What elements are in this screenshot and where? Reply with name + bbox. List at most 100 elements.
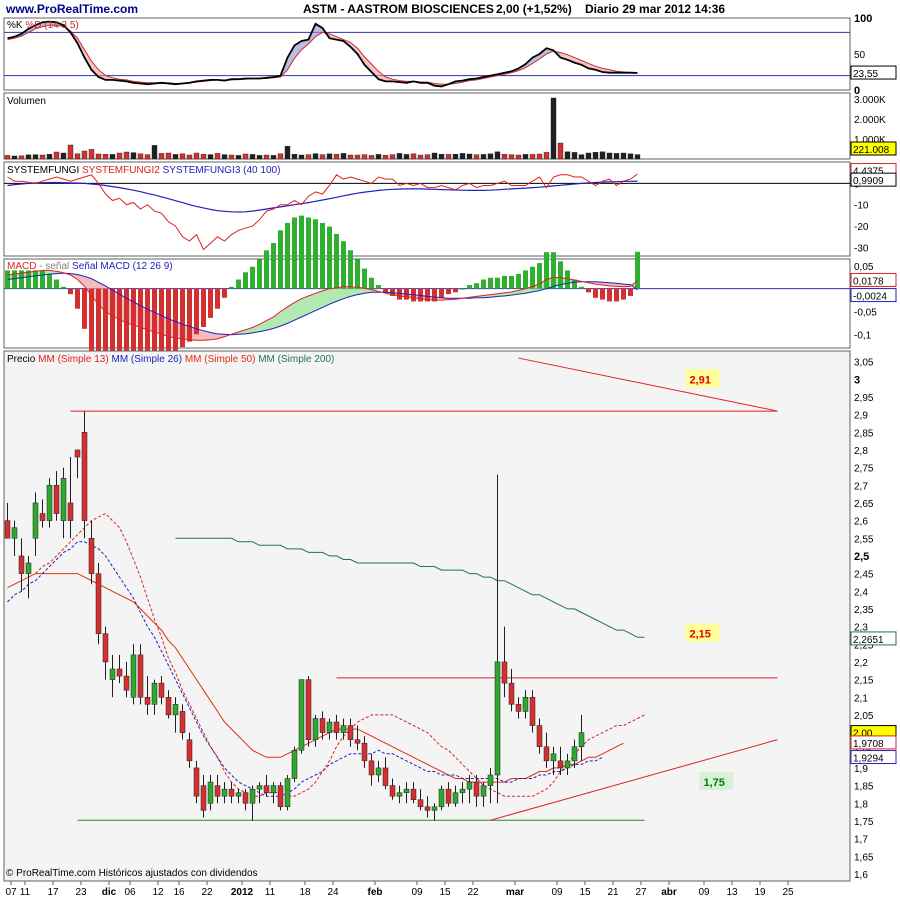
x-tick-label: 19	[754, 887, 766, 898]
macd-histogram-bar	[635, 251, 640, 289]
volume-bar	[214, 153, 221, 160]
candle-body	[459, 788, 466, 793]
candle-body	[550, 753, 557, 762]
volume-bar	[564, 151, 571, 160]
volume-bar	[466, 153, 473, 160]
macd-histogram-bar	[446, 288, 451, 295]
volume-label: Volumen	[7, 96, 46, 107]
price-tick: 2,6	[854, 517, 868, 528]
price-label: Precio MM (Simple 13) MM (Simple 26) MM …	[7, 354, 334, 365]
volume-frame	[3, 92, 851, 160]
macd-histogram-bar	[306, 217, 311, 289]
volume-bar	[137, 153, 144, 160]
volume-bar	[515, 154, 522, 160]
volume-bar	[578, 154, 585, 160]
macd-histogram-bar	[222, 288, 227, 298]
macd-histogram-bar	[355, 259, 360, 289]
candle-body	[186, 739, 193, 762]
volume-bar	[228, 154, 235, 160]
candle-body	[11, 527, 18, 539]
price-tick: 2,15	[854, 676, 874, 687]
x-tick-label: 09	[411, 887, 423, 898]
price-tick: 3	[854, 374, 860, 386]
macd-histogram-bar	[481, 279, 486, 289]
candle-body	[74, 449, 81, 458]
macd-histogram-bar	[460, 288, 465, 290]
volume-bar	[613, 153, 620, 160]
volume-bar	[39, 154, 46, 160]
candle-body	[249, 788, 256, 804]
volume-bar	[109, 154, 116, 160]
macd-histogram-bar	[313, 219, 318, 289]
systemfungi-label: SYSTEMFUNGI SYSTEMFUNGI2 SYSTEMFUNGI3 (4…	[7, 165, 280, 176]
candle-body	[116, 668, 123, 677]
macd-histogram-bar	[453, 288, 458, 293]
x-tick-label: 13	[726, 887, 738, 898]
macd-histogram-bar	[593, 288, 598, 298]
volume-bar	[536, 153, 543, 160]
candle-body	[375, 767, 382, 776]
macd-tick: -0,05	[854, 307, 877, 318]
candle-body	[214, 785, 221, 797]
volume-bar	[179, 153, 186, 160]
volume-bar	[424, 154, 431, 160]
candle-body	[95, 573, 102, 634]
site-url[interactable]: www.ProRealTime.com	[5, 2, 138, 16]
volume-bar	[291, 153, 298, 160]
candle-body	[536, 725, 543, 747]
volume-bar	[585, 152, 592, 160]
macd-histogram-bar	[194, 288, 199, 335]
volume-bar	[46, 153, 53, 160]
candle-body	[123, 675, 130, 691]
volume-bar	[221, 154, 228, 160]
candle-body	[25, 562, 32, 574]
volume-bar	[81, 150, 88, 160]
candle-body	[172, 704, 179, 716]
volume-bar	[284, 145, 291, 160]
candle-body	[333, 721, 340, 733]
macd-histogram-bar	[257, 259, 262, 289]
candle-body	[543, 746, 550, 762]
stoch-last-value: 23,55	[853, 69, 878, 80]
candle-body	[417, 799, 424, 808]
candle-body	[4, 520, 11, 539]
price-tick: 2,7	[854, 481, 868, 492]
candle-body	[515, 704, 522, 712]
volume-bar	[235, 155, 242, 160]
macd-histogram-bar	[600, 288, 605, 300]
volume-bar	[319, 154, 326, 160]
volume-bar	[32, 154, 39, 160]
volume-bar	[445, 154, 452, 160]
volume-bar	[361, 154, 368, 160]
volume-bar	[529, 154, 536, 160]
x-tick-label: 07	[5, 887, 17, 898]
candle-body	[452, 792, 459, 804]
macd-histogram-bar	[299, 215, 304, 289]
macd-histogram-bar	[75, 288, 80, 309]
price-tick: 2,5	[854, 551, 869, 563]
volume-bar	[487, 153, 494, 160]
volume-bar	[298, 154, 305, 160]
x-tick-label: mar	[506, 887, 524, 898]
volume-bar	[557, 142, 564, 160]
candle-body	[571, 746, 578, 762]
candle-body	[578, 732, 585, 747]
macd-histogram-bar	[236, 279, 241, 289]
macd-histogram-bar	[320, 222, 325, 289]
volume-bar	[627, 153, 634, 160]
candle-body	[557, 760, 564, 769]
x-tick-label: 11	[20, 887, 31, 898]
macd-histogram-bar	[334, 233, 339, 289]
candle-body	[88, 538, 95, 574]
candle-body	[235, 792, 242, 797]
volume-bar	[11, 155, 18, 160]
macd-histogram-bar	[166, 288, 171, 360]
volume-bar	[270, 155, 277, 160]
stoch-tick: 100	[854, 13, 872, 25]
macd-histogram-bar	[397, 288, 402, 300]
candle-body	[424, 806, 431, 811]
x-tick-label: 18	[299, 887, 311, 898]
systemfungi-last-2: 0,9909	[853, 176, 884, 187]
chart-date: Diario 29 mar 2012 14:36	[585, 2, 725, 16]
macd-histogram-bar	[243, 272, 248, 289]
